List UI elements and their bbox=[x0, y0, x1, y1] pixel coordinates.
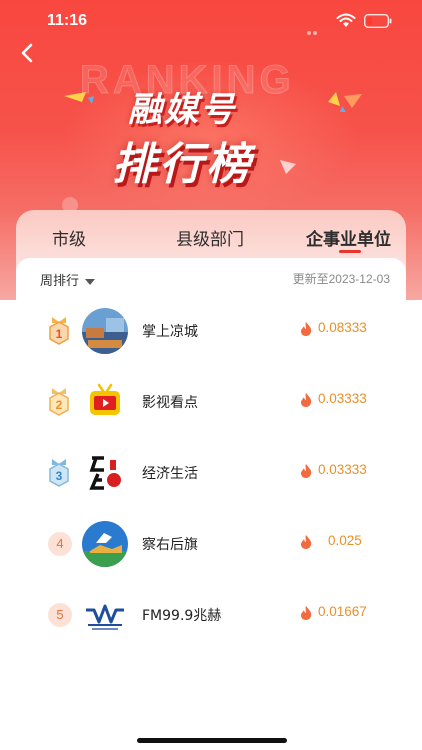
home-indicator[interactable] bbox=[137, 738, 287, 743]
account-name: 掌上凉城 bbox=[142, 324, 198, 340]
flame-icon bbox=[301, 393, 312, 407]
avatar bbox=[82, 379, 128, 425]
score-value: 0.01667 bbox=[318, 604, 367, 619]
status-bar: 11:16 bbox=[0, 0, 422, 44]
banner-title: 融媒号 排行榜 bbox=[92, 78, 332, 190]
list-item[interactable]: 1 掌上凉城 0.08333 bbox=[16, 300, 406, 360]
svg-text:1: 1 bbox=[56, 327, 63, 341]
rank-number-badge: 4 bbox=[48, 532, 72, 556]
list-item[interactable]: 3 经济生活 0.03333 bbox=[16, 442, 406, 502]
account-name: FM99.9兆赫 bbox=[142, 608, 222, 624]
account-name: 经济生活 bbox=[142, 466, 198, 482]
active-tab-indicator bbox=[339, 250, 361, 253]
flame-icon bbox=[301, 535, 312, 549]
silver-medal-icon: 2 bbox=[49, 388, 69, 416]
score-value: 0.03333 bbox=[318, 391, 367, 406]
flame-icon bbox=[301, 322, 312, 336]
updated-date: 更新至2023-12-03 bbox=[292, 272, 390, 286]
ranking-list-panel: 周排行 更新至2023-12-03 1 掌上凉城 0.08333 2 影视看点 … bbox=[16, 258, 406, 750]
flame-icon bbox=[301, 606, 312, 620]
confetti-decoration-left bbox=[64, 92, 94, 104]
tab-city[interactable]: 市级 bbox=[52, 225, 86, 250]
status-time: 11:16 bbox=[47, 12, 88, 29]
wifi-icon bbox=[336, 13, 356, 27]
confetti-decoration-right bbox=[328, 92, 362, 112]
svg-text:2: 2 bbox=[56, 398, 63, 412]
gold-medal-icon: 1 bbox=[49, 317, 69, 345]
cellular-signal-icon bbox=[307, 20, 319, 39]
chevron-left-icon bbox=[21, 43, 33, 63]
bronze-medal-icon: 3 bbox=[49, 459, 69, 487]
tab-enterprise[interactable]: 企事业单位 bbox=[306, 225, 391, 250]
flame-icon bbox=[301, 464, 312, 478]
period-selector[interactable]: 周排行 bbox=[40, 270, 96, 289]
tab-county-department[interactable]: 县级部门 bbox=[176, 225, 244, 250]
avatar bbox=[82, 521, 128, 567]
avatar bbox=[82, 450, 128, 496]
score-value: 0.03333 bbox=[318, 462, 367, 477]
avatar bbox=[82, 592, 128, 638]
score-value: 0.08333 bbox=[318, 320, 367, 335]
account-name: 影视看点 bbox=[142, 395, 198, 411]
list-item[interactable]: 2 影视看点 0.03333 bbox=[16, 371, 406, 431]
caret-down-icon bbox=[85, 278, 96, 285]
back-button[interactable] bbox=[14, 40, 40, 66]
battery-icon bbox=[364, 14, 392, 28]
list-item[interactable]: 5 FM99.9兆赫 0.01667 bbox=[16, 584, 406, 644]
avatar bbox=[82, 308, 128, 354]
banner-title-line2: 排行榜 bbox=[112, 139, 253, 190]
list-item[interactable]: 4 察右后旗 0.025 bbox=[16, 513, 406, 573]
banner-title-line1: 融媒号 bbox=[128, 90, 236, 130]
period-label: 周排行 bbox=[40, 274, 80, 289]
svg-text:3: 3 bbox=[56, 469, 63, 483]
rank-number-badge: 5 bbox=[48, 603, 72, 627]
score-value: 0.025 bbox=[328, 533, 362, 548]
account-name: 察右后旗 bbox=[142, 537, 198, 553]
